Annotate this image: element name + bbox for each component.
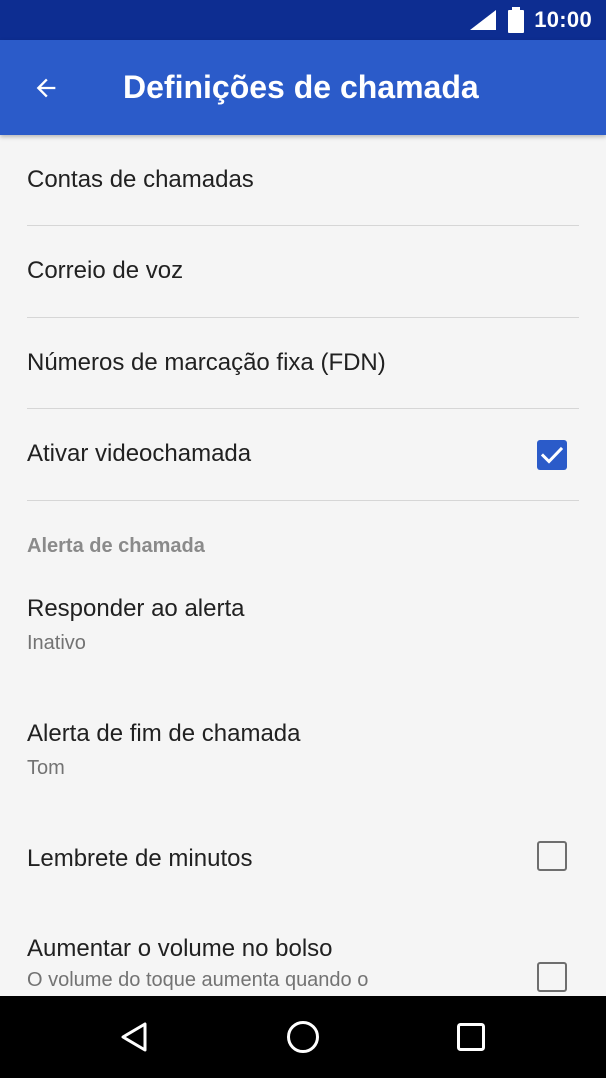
setting-aumentar-volume-no-bolso[interactable]: Aumentar o volume no bolso O volume do t… (0, 915, 606, 996)
home-circle-icon (287, 1021, 319, 1053)
app-bar: Definições de chamada (0, 40, 606, 135)
minute-reminder-checkbox[interactable] (537, 841, 567, 871)
status-icons: 10:00 (468, 0, 592, 40)
arrow-back-icon (36, 78, 56, 98)
section-header-alerta-de-chamada: Alerta de chamada (27, 535, 205, 557)
video-call-checkbox[interactable] (537, 440, 567, 470)
battery-icon (508, 7, 525, 33)
setting-responder-ao-alerta[interactable]: Responder ao alerta Inativo (0, 575, 606, 685)
navigation-bar (0, 996, 606, 1078)
setting-title: Aumentar o volume no bolso (27, 935, 333, 962)
setting-title: Ativar videochamada (27, 440, 252, 467)
checkmark-icon (540, 446, 564, 464)
status-bar: 10:00 (0, 0, 606, 40)
settings-list: Contas de chamadas Correio de voz Número… (0, 135, 606, 996)
setting-subtitle: O volume do toque aumenta quando o (27, 969, 369, 991)
back-button[interactable] (22, 64, 70, 112)
page-title: Definições de chamada (123, 69, 479, 105)
setting-alerta-fim-de-chamada[interactable]: Alerta de fim de chamada Tom (0, 700, 606, 810)
setting-subtitle: Tom (27, 757, 65, 779)
setting-title: Correio de voz (27, 257, 184, 284)
setting-ativar-videochamada[interactable]: Ativar videochamada (0, 409, 606, 501)
signal-icon (470, 10, 497, 30)
setting-subtitle: Inativo (27, 632, 86, 654)
recents-square-icon (457, 1023, 485, 1051)
setting-title: Números de marcação fixa (FDN) (27, 349, 386, 376)
nav-home-button[interactable] (276, 1010, 330, 1064)
nav-recents-button[interactable] (444, 1010, 498, 1064)
status-clock: 10:00 (534, 7, 592, 32)
setting-contas-de-chamadas[interactable]: Contas de chamadas (0, 135, 606, 226)
setting-title: Lembrete de minutos (27, 845, 253, 872)
pocket-volume-checkbox[interactable] (537, 962, 567, 992)
setting-title: Alerta de fim de chamada (27, 720, 301, 747)
back-triangle-icon (121, 1022, 147, 1052)
setting-correio-de-voz[interactable]: Correio de voz (0, 226, 606, 318)
setting-fdn[interactable]: Números de marcação fixa (FDN) (0, 318, 606, 409)
setting-title: Contas de chamadas (27, 166, 254, 193)
setting-title: Responder ao alerta (27, 595, 245, 622)
setting-lembrete-de-minutos[interactable]: Lembrete de minutos (0, 825, 606, 905)
divider (27, 500, 579, 501)
nav-back-button[interactable] (108, 1010, 162, 1064)
